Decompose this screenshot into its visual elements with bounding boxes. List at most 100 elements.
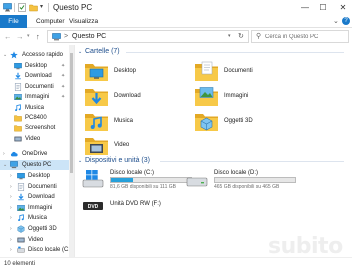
video-folder-icon (14, 136, 22, 142)
nav-this-pc-item[interactable]: › Musica (0, 213, 74, 223)
close-button[interactable]: ✕ (334, 0, 352, 15)
new-folder-icon[interactable] (29, 3, 38, 12)
quick-access-dropdown-icon[interactable]: ▾ (40, 3, 46, 12)
tab-computer[interactable]: Computer (36, 15, 65, 28)
folder-label: Documenti (224, 68, 253, 74)
up-button[interactable]: ↑ (36, 31, 40, 42)
group-divider (160, 161, 344, 162)
search-box[interactable]: ⚲ (251, 30, 349, 43)
chevron-right-icon[interactable]: › (10, 192, 12, 202)
recent-locations-icon[interactable]: ▾ (27, 31, 30, 42)
folder-label: Oggetti 3D (224, 118, 253, 124)
file-explorer-window: ▾ Questo PC — ☐ ✕ File Computer Visualiz… (0, 0, 352, 270)
nav-item-label: Oggetti 3D (28, 226, 57, 232)
chevron-down-icon[interactable]: ⌄ (78, 156, 82, 166)
address-dropdown-icon[interactable]: ▾ (228, 31, 231, 42)
forward-button[interactable]: → (16, 31, 24, 42)
chevron-down-icon[interactable]: ⌄ (78, 47, 82, 57)
nav-this-pc-item[interactable]: › Disco locale (C:) (0, 245, 74, 255)
nav-this-pc-item[interactable]: › Oggetti 3D (0, 224, 74, 234)
chevron-right-icon[interactable]: › (3, 149, 5, 159)
video-folder-icon (85, 138, 108, 155)
nav-item-label: Musica (28, 215, 48, 222)
help-icon[interactable]: ? (342, 17, 350, 25)
nav-quick-access-item[interactable]: Download ✦ (0, 71, 74, 81)
music-folder-icon (18, 214, 24, 222)
search-icon: ⚲ (256, 33, 262, 40)
nav-item-label: Documenti (25, 83, 54, 90)
nav-item-label: Video (28, 236, 44, 243)
folder-item[interactable]: Download (84, 84, 194, 110)
folder-item[interactable]: Documenti (194, 59, 304, 85)
folders-group-header[interactable]: ⌄ Cartelle (7) (76, 47, 348, 57)
tab-file[interactable]: File (0, 15, 27, 28)
chevron-right-icon[interactable]: › (10, 171, 12, 181)
chevron-right-icon[interactable]: › (10, 182, 12, 192)
pin-icon: ✦ (61, 63, 66, 69)
nav-quick-access-item[interactable]: Video (0, 134, 74, 144)
nav-this-pc-item[interactable]: › Immagini (0, 203, 74, 213)
nav-onedrive[interactable]: › OneDrive (0, 149, 74, 159)
chevron-right-icon[interactable]: › (10, 224, 12, 234)
nav-this-pc-item[interactable]: › Documenti (0, 182, 74, 192)
nav-item-label: Download (25, 73, 52, 80)
breadcrumb[interactable]: Questo PC (72, 31, 106, 42)
nav-quick-access-item[interactable]: Desktop ✦ (0, 61, 74, 71)
documents-folder-icon (195, 61, 218, 81)
3d-objects-folder-icon (195, 114, 218, 131)
nav-scrollbar-thumb[interactable] (70, 53, 73, 173)
nav-quick-access-item[interactable]: Screenshot (0, 123, 74, 133)
desktop-folder-icon (85, 64, 108, 81)
address-row: ← → ▾ ↑ > Questo PC ▾ ↻ ⚲ (0, 29, 352, 44)
nav-quick-access[interactable]: ⌄ Accesso rapido (0, 50, 74, 60)
drive-item[interactable]: DVD Unità DVD RW (F:) (82, 193, 242, 215)
drive-usage-fill (111, 178, 133, 182)
nav-quick-access-item[interactable]: Musica (0, 103, 74, 113)
group-title: Dispositivi e unità (3) (85, 157, 150, 164)
ribbon-expand-icon[interactable]: ⌄ (333, 17, 339, 26)
folder-item[interactable]: Immagini (194, 84, 304, 110)
folder-icon (14, 125, 22, 132)
folder-item[interactable]: Oggetti 3D (194, 109, 304, 135)
desktop-folder-icon (17, 173, 25, 180)
back-button[interactable]: ← (4, 31, 12, 42)
hard-drive-icon (186, 177, 208, 187)
nav-this-pc-item[interactable]: › Download (0, 192, 74, 202)
chevron-down-icon[interactable]: ⌄ (3, 50, 7, 60)
chevron-right-icon[interactable]: › (10, 235, 12, 245)
nav-quick-access-item[interactable]: Documenti ✦ (0, 82, 74, 92)
drive-item[interactable]: Disco locale (D:) 465 GB disponibili su 4… (186, 169, 346, 191)
folder-item[interactable]: Desktop (84, 59, 194, 85)
tab-view[interactable]: Visualizza (69, 15, 98, 28)
video-folder-icon (17, 237, 25, 242)
music-folder-icon (15, 103, 21, 111)
refresh-icon[interactable]: ↻ (238, 31, 244, 42)
3d-objects-folder-icon (17, 225, 25, 233)
folder-label: Desktop (114, 68, 137, 74)
nav-quick-access-item[interactable]: Immagini ✦ (0, 92, 74, 102)
breadcrumb-separator: > (64, 33, 69, 40)
chevron-right-icon[interactable]: › (10, 245, 12, 255)
nav-scrollbar[interactable] (69, 45, 74, 257)
folder-item[interactable]: Musica (84, 109, 194, 135)
windows-drive-icon (82, 170, 104, 188)
watermark-logo: subito (268, 234, 343, 259)
devices-group-header[interactable]: ⌄ Dispositivi e unità (3) (76, 156, 348, 166)
maximize-button[interactable]: ☐ (314, 0, 332, 15)
nav-item-label: PC8400 (25, 115, 47, 121)
nav-quick-access-item[interactable]: PC8400 (0, 113, 74, 123)
nav-item-label: Screenshot (25, 125, 56, 132)
pictures-folder-icon (17, 204, 25, 211)
minimize-button[interactable]: — (296, 0, 314, 15)
chevron-right-icon[interactable]: › (10, 203, 12, 213)
folder-label: Video (114, 142, 130, 148)
nav-this-pc[interactable]: ⌄ Questo PC (0, 160, 74, 170)
address-bar[interactable]: > Questo PC ▾ ↻ (47, 30, 249, 43)
chevron-down-icon[interactable]: ⌄ (3, 160, 7, 170)
quick-access-separator (14, 3, 15, 12)
chevron-right-icon[interactable]: › (10, 213, 12, 223)
properties-icon[interactable] (18, 3, 26, 12)
nav-this-pc-item[interactable]: › Video (0, 235, 74, 245)
nav-this-pc-item[interactable]: › Desktop (0, 171, 74, 181)
search-input[interactable] (265, 31, 347, 42)
